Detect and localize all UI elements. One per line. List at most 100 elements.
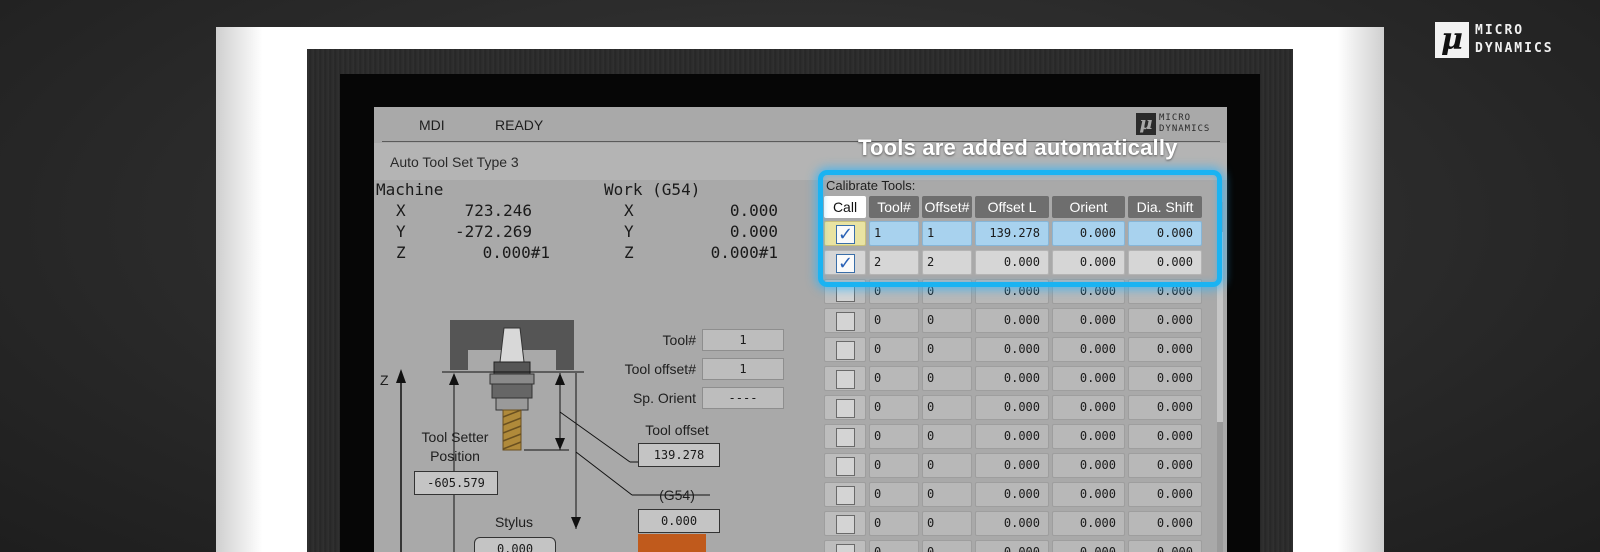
offset-number-cell[interactable]: 0: [922, 366, 972, 391]
spindle-orient-label: Sp. Orient: [632, 390, 696, 406]
call-cell[interactable]: [824, 511, 866, 536]
call-cell[interactable]: [824, 453, 866, 478]
screen-logo: μ MICRO DYNAMICS: [1136, 113, 1210, 135]
dia-shift-cell[interactable]: 0.000: [1128, 540, 1202, 552]
tool-number-label: Tool#: [662, 332, 696, 348]
offset-l-cell[interactable]: 0.000: [975, 395, 1049, 420]
offset-number-cell[interactable]: 0: [922, 482, 972, 507]
offset-l-cell[interactable]: 0.000: [975, 482, 1049, 507]
tool-number-cell[interactable]: 0: [869, 511, 919, 536]
offset-number-cell[interactable]: 0: [922, 395, 972, 420]
tool-number-cell[interactable]: 0: [869, 395, 919, 420]
machine-y-value: -272.269: [454, 222, 532, 241]
call-checkbox[interactable]: [836, 370, 855, 389]
orient-cell[interactable]: 0.000: [1052, 366, 1125, 391]
call-cell[interactable]: [824, 366, 866, 391]
brand-logo-text: MICRO DYNAMICS: [1475, 22, 1554, 58]
spindle-orient-field[interactable]: ----: [702, 387, 784, 409]
offset-number-cell[interactable]: 0: [922, 453, 972, 478]
tool-number-cell[interactable]: 0: [869, 482, 919, 507]
tool-setter-block-shape: [638, 534, 706, 552]
orient-cell[interactable]: 0.000: [1052, 482, 1125, 507]
page-title: Auto Tool Set Type 3: [390, 154, 519, 170]
dia-shift-cell[interactable]: 0.000: [1128, 308, 1202, 333]
tool-offset-field[interactable]: 139.278: [638, 443, 720, 467]
g54-label: (G54): [659, 487, 695, 503]
tool-number-cell[interactable]: 0: [869, 366, 919, 391]
tool-offset-number-label: Tool offset#: [624, 361, 696, 377]
offset-number-cell[interactable]: 0: [922, 511, 972, 536]
offset-l-cell[interactable]: 0.000: [975, 337, 1049, 362]
brand-line-1: MICRO: [1475, 23, 1525, 38]
brand-logo-mark: μ: [1435, 22, 1469, 58]
offset-l-cell[interactable]: 0.000: [975, 511, 1049, 536]
machine-x-axis: X: [396, 201, 406, 220]
tool-number-cell[interactable]: 0: [869, 308, 919, 333]
offset-l-cell[interactable]: 0.000: [975, 366, 1049, 391]
offset-number-cell[interactable]: 0: [922, 337, 972, 362]
screen-logo-line-2: DYNAMICS: [1159, 124, 1211, 134]
call-checkbox[interactable]: [836, 515, 855, 534]
orient-cell[interactable]: 0.000: [1052, 308, 1125, 333]
annotation-caption: Tools are added automatically: [858, 135, 1178, 160]
tool-offset-number-field[interactable]: 1: [702, 358, 784, 380]
g54-field[interactable]: 0.000: [638, 509, 720, 533]
tool-number-cell[interactable]: 0: [869, 337, 919, 362]
call-checkbox[interactable]: [836, 312, 855, 331]
tool-holder-shape: [499, 327, 525, 363]
tool-number-cell[interactable]: 0: [869, 540, 919, 552]
orient-cell[interactable]: 0.000: [1052, 337, 1125, 362]
offset-l-cell[interactable]: 0.000: [975, 308, 1049, 333]
call-cell[interactable]: [824, 540, 866, 552]
offset-l-cell[interactable]: 0.000: [975, 540, 1049, 552]
call-cell[interactable]: [824, 337, 866, 362]
stylus-label: Stylus: [494, 514, 534, 530]
work-z-value: 0.000#1: [710, 243, 778, 262]
stylus-field[interactable]: 0.000: [474, 537, 556, 552]
call-checkbox[interactable]: [836, 486, 855, 505]
machine-z-axis: Z: [396, 243, 406, 262]
call-checkbox[interactable]: [836, 457, 855, 476]
call-cell[interactable]: [824, 482, 866, 507]
dia-shift-cell[interactable]: 0.000: [1128, 511, 1202, 536]
offset-number-cell[interactable]: 0: [922, 540, 972, 552]
tool-setter-position-field[interactable]: -605.579: [414, 471, 498, 495]
work-z-axis: Z: [624, 243, 634, 262]
brand-logo: μ MICRO DYNAMICS: [1435, 20, 1557, 60]
call-cell[interactable]: [824, 424, 866, 449]
offset-number-cell[interactable]: 0: [922, 424, 972, 449]
screen-logo-mark: μ: [1136, 113, 1156, 135]
offset-number-cell[interactable]: 0: [922, 308, 972, 333]
orient-cell[interactable]: 0.000: [1052, 395, 1125, 420]
tool-number-cell[interactable]: 0: [869, 424, 919, 449]
dia-shift-cell[interactable]: 0.000: [1128, 366, 1202, 391]
dia-shift-cell[interactable]: 0.000: [1128, 337, 1202, 362]
call-cell[interactable]: [824, 308, 866, 333]
screen-logo-text: MICRO DYNAMICS: [1159, 113, 1210, 135]
dia-shift-cell[interactable]: 0.000: [1128, 482, 1202, 507]
z-axis-label: Z: [380, 372, 389, 388]
tool-number-field[interactable]: 1: [702, 329, 784, 351]
machine-y-axis: Y: [396, 222, 406, 241]
orient-cell[interactable]: 0.000: [1052, 453, 1125, 478]
orient-cell[interactable]: 0.000: [1052, 424, 1125, 449]
dia-shift-cell[interactable]: 0.000: [1128, 395, 1202, 420]
offset-l-cell[interactable]: 0.000: [975, 453, 1049, 478]
dia-shift-cell[interactable]: 0.000: [1128, 453, 1202, 478]
tool-offset-label: Tool offset: [645, 422, 709, 438]
call-checkbox[interactable]: [836, 428, 855, 447]
call-cell[interactable]: [824, 395, 866, 420]
mode-indicator: MDI: [419, 117, 445, 133]
new-tools-highlight: [818, 170, 1222, 287]
call-checkbox[interactable]: [836, 399, 855, 418]
dia-shift-cell[interactable]: 0.000: [1128, 424, 1202, 449]
orient-cell[interactable]: 0.000: [1052, 540, 1125, 552]
offset-l-cell[interactable]: 0.000: [975, 424, 1049, 449]
machine-heading: Machine: [376, 180, 444, 199]
brand-line-2: DYNAMICS: [1475, 41, 1554, 56]
call-checkbox[interactable]: [836, 544, 855, 552]
call-checkbox[interactable]: [836, 341, 855, 360]
machine-z-value: 0.000#1: [482, 243, 550, 262]
tool-number-cell[interactable]: 0: [869, 453, 919, 478]
orient-cell[interactable]: 0.000: [1052, 511, 1125, 536]
